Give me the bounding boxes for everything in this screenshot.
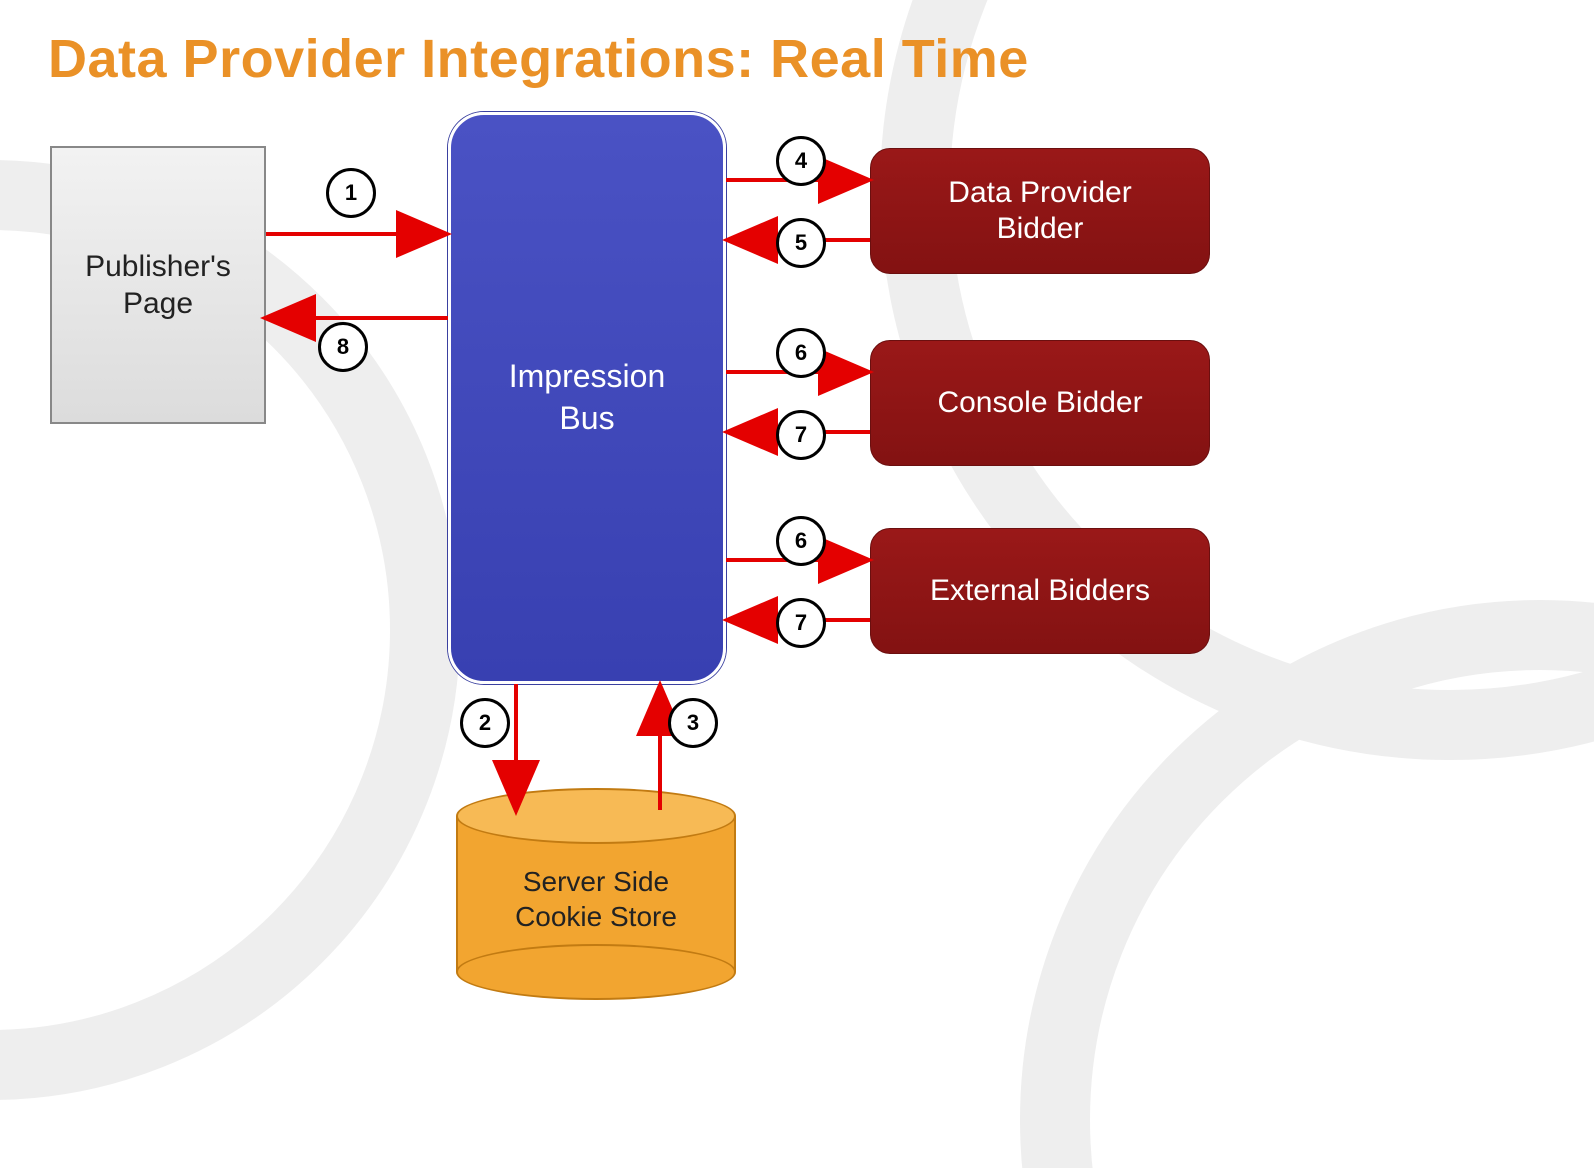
step-badge-2: 2 bbox=[460, 698, 510, 748]
cylinder-bottom bbox=[456, 944, 736, 1000]
step-badge-6: 6 bbox=[776, 328, 826, 378]
step-badge-3: 3 bbox=[668, 698, 718, 748]
node-label: External Bidders bbox=[930, 573, 1150, 609]
step-badge-6: 6 bbox=[776, 516, 826, 566]
node-impression-bus: Impression Bus bbox=[448, 112, 726, 684]
node-publisher-page: Publisher's Page bbox=[50, 146, 266, 424]
step-badge-1: 1 bbox=[326, 168, 376, 218]
step-badge-4: 4 bbox=[776, 136, 826, 186]
node-label: Publisher's Page bbox=[85, 248, 231, 323]
step-badge-7: 7 bbox=[776, 598, 826, 648]
node-label: Impression Bus bbox=[509, 356, 666, 439]
step-badge-5: 5 bbox=[776, 218, 826, 268]
node-cookie-store: Server Side Cookie Store bbox=[456, 788, 736, 1000]
node-external-bidders: External Bidders bbox=[870, 528, 1210, 654]
node-console-bidder: Console Bidder bbox=[870, 340, 1210, 466]
node-label: Data Provider Bidder bbox=[948, 175, 1131, 247]
node-data-provider-bidder: Data Provider Bidder bbox=[870, 148, 1210, 274]
node-label: Console Bidder bbox=[937, 385, 1142, 421]
page-title: Data Provider Integrations: Real Time bbox=[48, 28, 1029, 90]
node-label: Server Side Cookie Store bbox=[456, 864, 736, 934]
cylinder-top bbox=[456, 788, 736, 844]
step-badge-8: 8 bbox=[318, 322, 368, 372]
bg-ring bbox=[1020, 600, 1594, 1168]
step-badge-7: 7 bbox=[776, 410, 826, 460]
